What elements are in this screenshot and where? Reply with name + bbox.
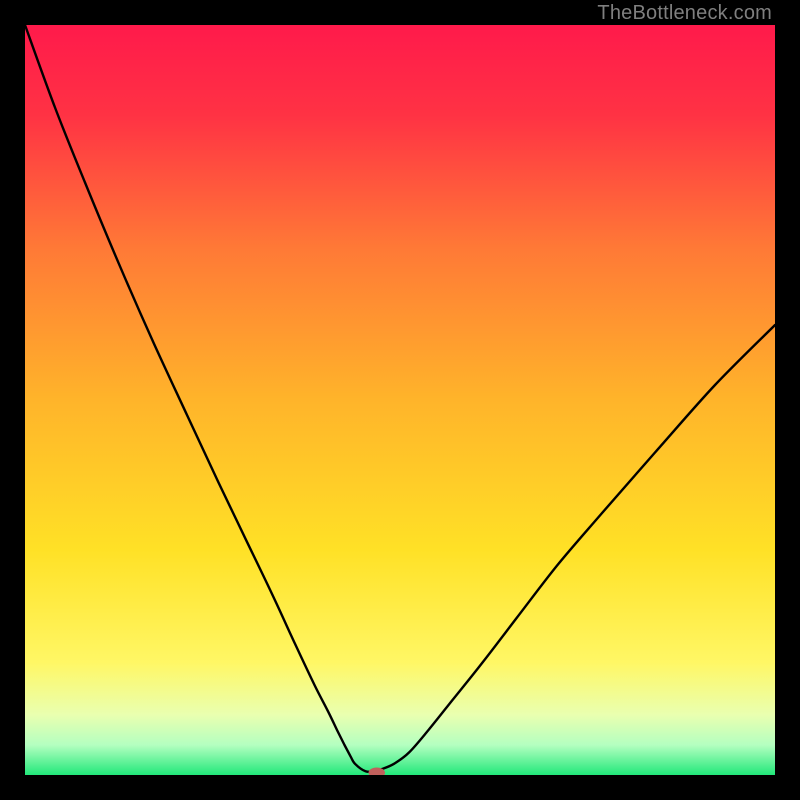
chart-svg: [25, 25, 775, 775]
gradient-background: [25, 25, 775, 775]
chart-frame: TheBottleneck.com: [0, 0, 800, 800]
watermark-text: TheBottleneck.com: [597, 2, 772, 25]
plot-area: [25, 25, 775, 775]
